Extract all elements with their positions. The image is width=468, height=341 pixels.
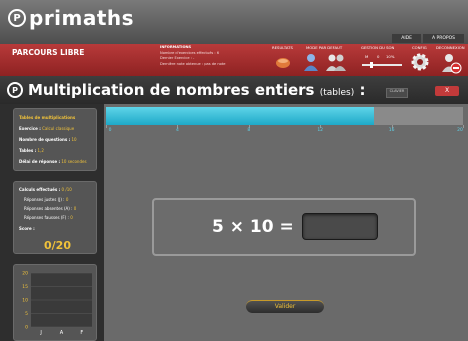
logo[interactable]: P primaths [8, 6, 134, 30]
info-line: Dernière note obtenue : pas de note [160, 61, 226, 66]
progress-tick-label: 0 [108, 128, 112, 133]
sound-max-label: 10% [386, 54, 395, 59]
close-button[interactable]: X [435, 86, 459, 96]
tables-label: Tables : [19, 148, 37, 153]
exercise-title-text: Multiplication de nombres entiers [28, 81, 315, 99]
settings-title: Tables de multiplications [19, 115, 76, 120]
correct-value: 0 [65, 197, 69, 202]
user-icon[interactable] [302, 52, 320, 72]
logo-icon: P [7, 82, 23, 98]
stats-missing: Réponses absentes (A) : 0 [24, 206, 76, 211]
volume-slider[interactable] [362, 61, 402, 69]
top-bar: P primaths AIDE A PROPOS [0, 0, 468, 44]
mode-label: PARCOURS LIBRE [12, 48, 85, 57]
delay-label: Délai de réponse : [19, 159, 61, 164]
tables-value: 1,2 [37, 148, 44, 153]
missing-label: Réponses absentes (A) : [24, 206, 73, 211]
logo-text: primaths [29, 6, 135, 30]
settings-tables: Tables : 1,2 [19, 148, 44, 153]
question-box: 5 × 10 = [152, 198, 416, 256]
settings-panel: Tables de multiplications Exercice : Cal… [13, 108, 97, 171]
gear-icon[interactable] [410, 52, 430, 72]
done-label: Calculs effectués : [19, 187, 61, 192]
stats-correct: Réponses justes (J) : 0 [24, 197, 68, 202]
chart-x-tick: A [60, 330, 64, 336]
info-block: INFORMATIONS Nombre d'exercices effectué… [160, 45, 225, 67]
config-label: CONFIG [412, 45, 427, 50]
stats-panel: Calculs effectués : 0 /10 Réponses juste… [13, 181, 97, 254]
help-link[interactable]: AIDE [392, 34, 421, 43]
chart-y-tick: 10 [22, 298, 28, 304]
validate-button[interactable]: Valider [246, 300, 324, 313]
progress-fill [106, 107, 374, 125]
keyboard-button[interactable]: CLAVIER [386, 88, 408, 98]
question-text: 5 × 10 = [212, 217, 294, 237]
wrong-label: Réponses fausses (F) : [24, 215, 69, 220]
progress-tick-label: 8 [247, 128, 251, 133]
sound-value: 0 [377, 54, 380, 59]
correct-label: Réponses justes (J) : [24, 197, 65, 202]
results-icon[interactable] [275, 54, 291, 70]
exercise-type-value: Calcul classique [42, 126, 75, 131]
questions-label: Nombre de questions : [19, 137, 71, 142]
progress-tick-mark [106, 125, 107, 128]
exercise-title-colon: : [359, 81, 366, 99]
score-value: 0/20 [44, 239, 71, 252]
score-label: Score : [19, 226, 35, 231]
progress-tick-label: 20 [457, 128, 463, 133]
answer-input[interactable] [302, 213, 378, 240]
logout-icon[interactable] [440, 52, 462, 74]
keyboard-label: CLAVIER [389, 89, 405, 93]
progress-tick-label: 12 [317, 128, 324, 133]
chart-x-tick: J [39, 330, 41, 336]
results-label: RESULTATS [272, 45, 293, 50]
progress-tick-label: 16 [388, 128, 395, 133]
chart-y-tick: 15 [22, 284, 28, 290]
sound-min-label: M [365, 54, 369, 59]
logo-icon: P [8, 9, 26, 27]
progress-tick-label: 4 [175, 128, 179, 133]
about-link[interactable]: A PROPOS [422, 34, 464, 43]
stats-done: Calculs effectués : 0 /10 [19, 187, 72, 192]
questions-value: 10 [71, 137, 77, 142]
default-mode-label: MODE PAR DEFAUT [306, 45, 343, 50]
missing-value: 0 [73, 206, 77, 211]
stats-wrong: Réponses fausses (F) : 0 [24, 215, 73, 220]
chart-y-tick: 20 [22, 271, 28, 277]
delay-value: 10 secondes [61, 159, 87, 164]
done-value: 0 /10 [61, 187, 72, 192]
chart-y-tick: 5 [25, 311, 28, 317]
settings-questions: Nombre de questions : 10 [19, 137, 77, 142]
progress-tick-mark [463, 125, 464, 128]
sound-label: GESTION DU SON [361, 45, 395, 50]
exercise-subtitle: (tables) [319, 88, 355, 98]
exercise-type-label: Exercice : [19, 126, 41, 131]
wrong-value: 0 [70, 215, 73, 220]
exercise-title: Multiplication de nombres entiers (table… [28, 81, 365, 99]
users-icon[interactable] [325, 52, 347, 72]
results-chart: 20 15 10 5 0 J A F [22, 271, 92, 336]
settings-exercise: Exercice : Calcul classique [19, 126, 74, 131]
logout-label: DECONNEXION [436, 45, 465, 50]
header-bar: PARCOURS LIBRE INFORMATIONS Nombre d'exe… [0, 44, 468, 76]
top-nav: AIDE A PROPOS [390, 34, 464, 43]
chart-x-tick: F [80, 330, 83, 336]
chart-y-tick: 0 [25, 325, 28, 331]
results-chart-panel: 20 15 10 5 0 J A F [13, 264, 97, 341]
settings-delay: Délai de réponse : 10 secondes [19, 159, 87, 164]
